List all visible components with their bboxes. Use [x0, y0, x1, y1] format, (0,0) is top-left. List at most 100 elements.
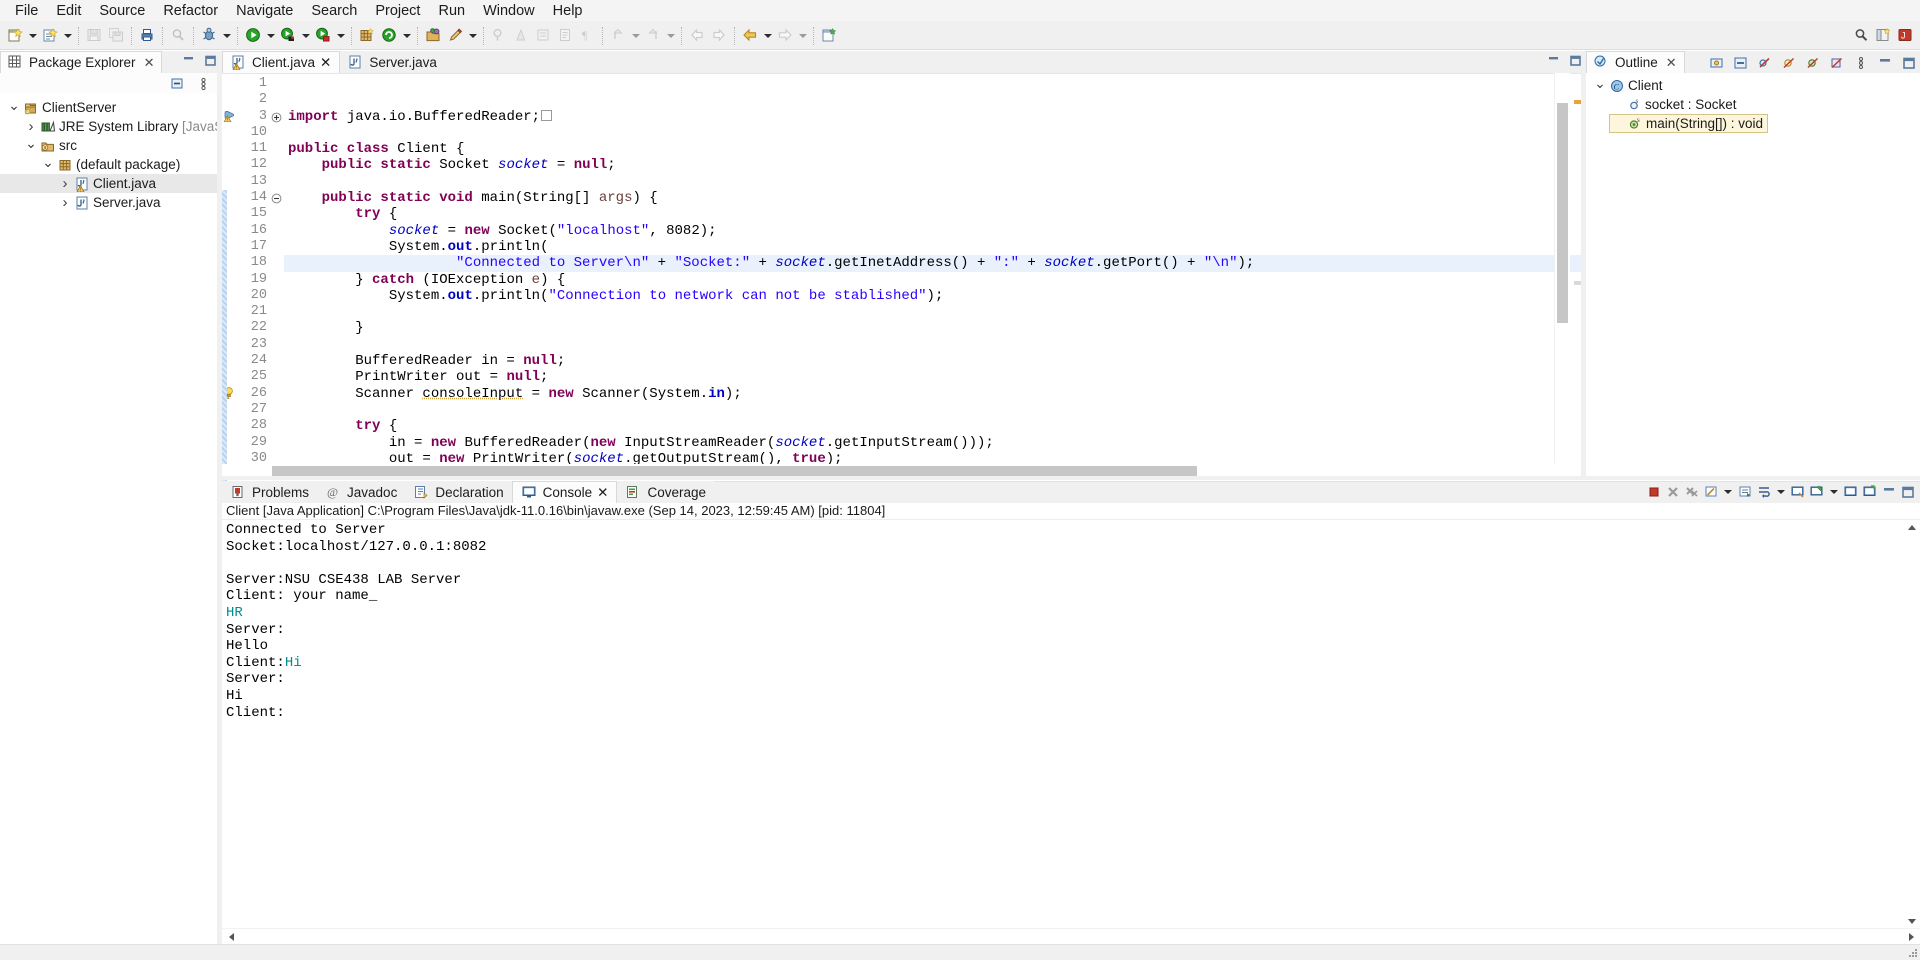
scroll-lock-icon[interactable]	[1736, 483, 1753, 501]
maximize-icon[interactable]	[204, 54, 217, 70]
hide-fields-icon[interactable]	[1756, 54, 1773, 71]
outline-tree[interactable]: C Client s socket : Socket s main(String[]) :…	[1586, 73, 1920, 480]
console-output-text[interactable]: Connected to Server Socket:localhost/127.…	[222, 520, 1904, 928]
chevron-right-icon[interactable]	[57, 193, 73, 212]
minimize-icon[interactable]	[1547, 54, 1560, 70]
print-button[interactable]	[136, 25, 158, 47]
package-tree-item-src[interactable]: src	[0, 136, 221, 155]
console-tab-javadoc[interactable]: @ Javadoc	[317, 481, 406, 503]
source-line[interactable]	[284, 125, 1586, 141]
open-console-icon[interactable]	[1861, 483, 1878, 501]
source-line[interactable]: Scanner consoleInput = new Scanner(Syste…	[284, 386, 1586, 402]
chevron-down-icon[interactable]	[40, 155, 56, 174]
new-wizard-dropdown-arrow-icon[interactable]	[26, 25, 39, 47]
minimize-icon[interactable]	[1876, 54, 1893, 71]
source-line-highlighted[interactable]: "Connected to Server\n" + "Socket:" + so…	[284, 255, 1586, 272]
hide-static-icon[interactable]	[1780, 54, 1797, 71]
source-line[interactable]: in = new BufferedReader(new InputStreamR…	[284, 435, 1586, 451]
tab-package-explorer[interactable]: Package Explorer ✕	[0, 51, 163, 73]
package-tree-item-server-java[interactable]: Server.java	[0, 193, 221, 212]
run-external-tools-dropdown-arrow-icon[interactable]	[334, 25, 347, 47]
new-package-button[interactable]	[378, 25, 400, 47]
package-explorer-tree[interactable]: ! ClientServer JRE System Library [JavaSE-…	[0, 95, 221, 944]
source-line[interactable]	[284, 76, 1586, 92]
source-line[interactable]: System.out.println("Connection to networ…	[284, 288, 1586, 304]
collapse-all-icon[interactable]	[169, 75, 186, 92]
package-tree-item-client-java[interactable]: !Client.java	[0, 174, 221, 193]
source-line[interactable]: socket = new Socket("localhost", 8082);	[284, 223, 1586, 239]
source-line[interactable]: public class Client {	[284, 141, 1586, 157]
back-navigation-button[interactable]	[739, 25, 761, 47]
source-line[interactable]: PrintWriter out = null;	[284, 369, 1586, 385]
console-horizontal-scrollbar[interactable]	[222, 928, 1920, 944]
resize-grip-icon[interactable]	[1907, 947, 1919, 959]
scroll-right-arrow-icon[interactable]	[1904, 929, 1918, 945]
debug-button[interactable]	[198, 25, 220, 47]
display-selected-console-icon[interactable]	[1842, 483, 1859, 501]
collapse-all-icon[interactable]	[1732, 54, 1749, 71]
editor-annotation-ruler[interactable]: !	[222, 74, 237, 484]
new-wizard-button[interactable]	[4, 25, 26, 47]
menu-source[interactable]: Source	[90, 1, 154, 21]
console-tab-problems[interactable]: Problems	[222, 481, 318, 503]
warning-marker-icon[interactable]: !	[222, 107, 237, 123]
show-console-on-output-icon[interactable]	[1789, 483, 1806, 501]
tab-outline[interactable]: Outline ✕	[1586, 51, 1685, 73]
quick-access-button[interactable]	[1850, 25, 1872, 47]
word-wrap-dropdown-arrow-icon[interactable]	[1774, 483, 1787, 501]
outline-item-main[interactable]: s main(String[]) : void	[1609, 114, 1769, 133]
back-navigation-dropdown-arrow-icon[interactable]	[761, 25, 774, 47]
new-java-project-button[interactable]	[356, 25, 378, 47]
editor-vertical-scrollbar[interactable]	[1554, 73, 1570, 463]
console-tab-console[interactable]: Console ✕	[511, 481, 618, 503]
scroll-down-arrow-icon[interactable]	[1904, 914, 1920, 928]
source-line[interactable]: try {	[284, 418, 1586, 434]
menu-file[interactable]: File	[6, 1, 47, 21]
editor-tab-client-java[interactable]: ! Client.java ✕	[222, 51, 341, 73]
terminate-icon[interactable]	[1645, 483, 1662, 501]
open-type-button[interactable]	[422, 25, 444, 47]
source-line[interactable]: }	[284, 320, 1586, 336]
new-java-class-dropdown-arrow-icon[interactable]	[61, 25, 74, 47]
pin-console-icon[interactable]	[1808, 483, 1825, 501]
debug-dropdown-arrow-icon[interactable]	[220, 25, 233, 47]
menu-run[interactable]: Run	[429, 1, 474, 21]
run-button[interactable]	[242, 25, 264, 47]
source-line[interactable]: } catch (IOException e) {	[284, 272, 1586, 288]
source-line[interactable]: public static Socket socket = null;	[284, 157, 1586, 173]
chevron-down-icon[interactable]	[1592, 76, 1608, 95]
source-line[interactable]: try {	[284, 206, 1586, 222]
run-external-tools-button[interactable]	[312, 25, 334, 47]
source-line[interactable]	[284, 304, 1586, 320]
minimize-icon[interactable]	[182, 54, 195, 70]
source-line[interactable]: public static void main(String[] args) {	[284, 190, 1586, 206]
source-line[interactable]: System.out.println(	[284, 239, 1586, 255]
fold-expand-icon[interactable]	[271, 109, 284, 125]
console-tab-coverage[interactable]: Coverage	[617, 481, 715, 503]
close-icon[interactable]: ✕	[1666, 56, 1677, 69]
menu-help[interactable]: Help	[544, 1, 592, 21]
pin-editor-button[interactable]	[818, 25, 840, 47]
package-tree-item-clientserver[interactable]: ! ClientServer	[0, 98, 221, 117]
menu-window[interactable]: Window	[474, 1, 544, 21]
editor-folding-ruler[interactable]	[271, 74, 284, 480]
source-line[interactable]	[284, 402, 1586, 418]
pin-console-dropdown-arrow-icon[interactable]	[1827, 483, 1840, 501]
search-brush-dropdown-arrow-icon[interactable]	[466, 25, 479, 47]
fold-collapse-icon[interactable]	[271, 190, 284, 206]
console-tab-declaration[interactable]: Declaration	[405, 481, 512, 503]
view-menu-icon[interactable]	[195, 75, 212, 92]
close-icon[interactable]: ✕	[144, 56, 155, 69]
run-dropdown-arrow-icon[interactable]	[264, 25, 277, 47]
outline-item-client[interactable]: C Client	[1592, 76, 1667, 95]
hide-nonpublic-icon[interactable]	[1804, 54, 1821, 71]
close-icon[interactable]: ✕	[597, 485, 608, 501]
chevron-down-icon[interactable]	[6, 98, 22, 117]
coverage-button[interactable]	[277, 25, 299, 47]
minimize-icon[interactable]	[1880, 483, 1897, 501]
scroll-left-arrow-icon[interactable]	[224, 929, 238, 945]
source-line[interactable]: import java.io.BufferedReader;	[284, 109, 1586, 125]
editor-vertical-scroll-thumb[interactable]	[1557, 103, 1568, 323]
menu-project[interactable]: Project	[366, 1, 429, 21]
word-wrap-icon[interactable]	[1755, 483, 1772, 501]
